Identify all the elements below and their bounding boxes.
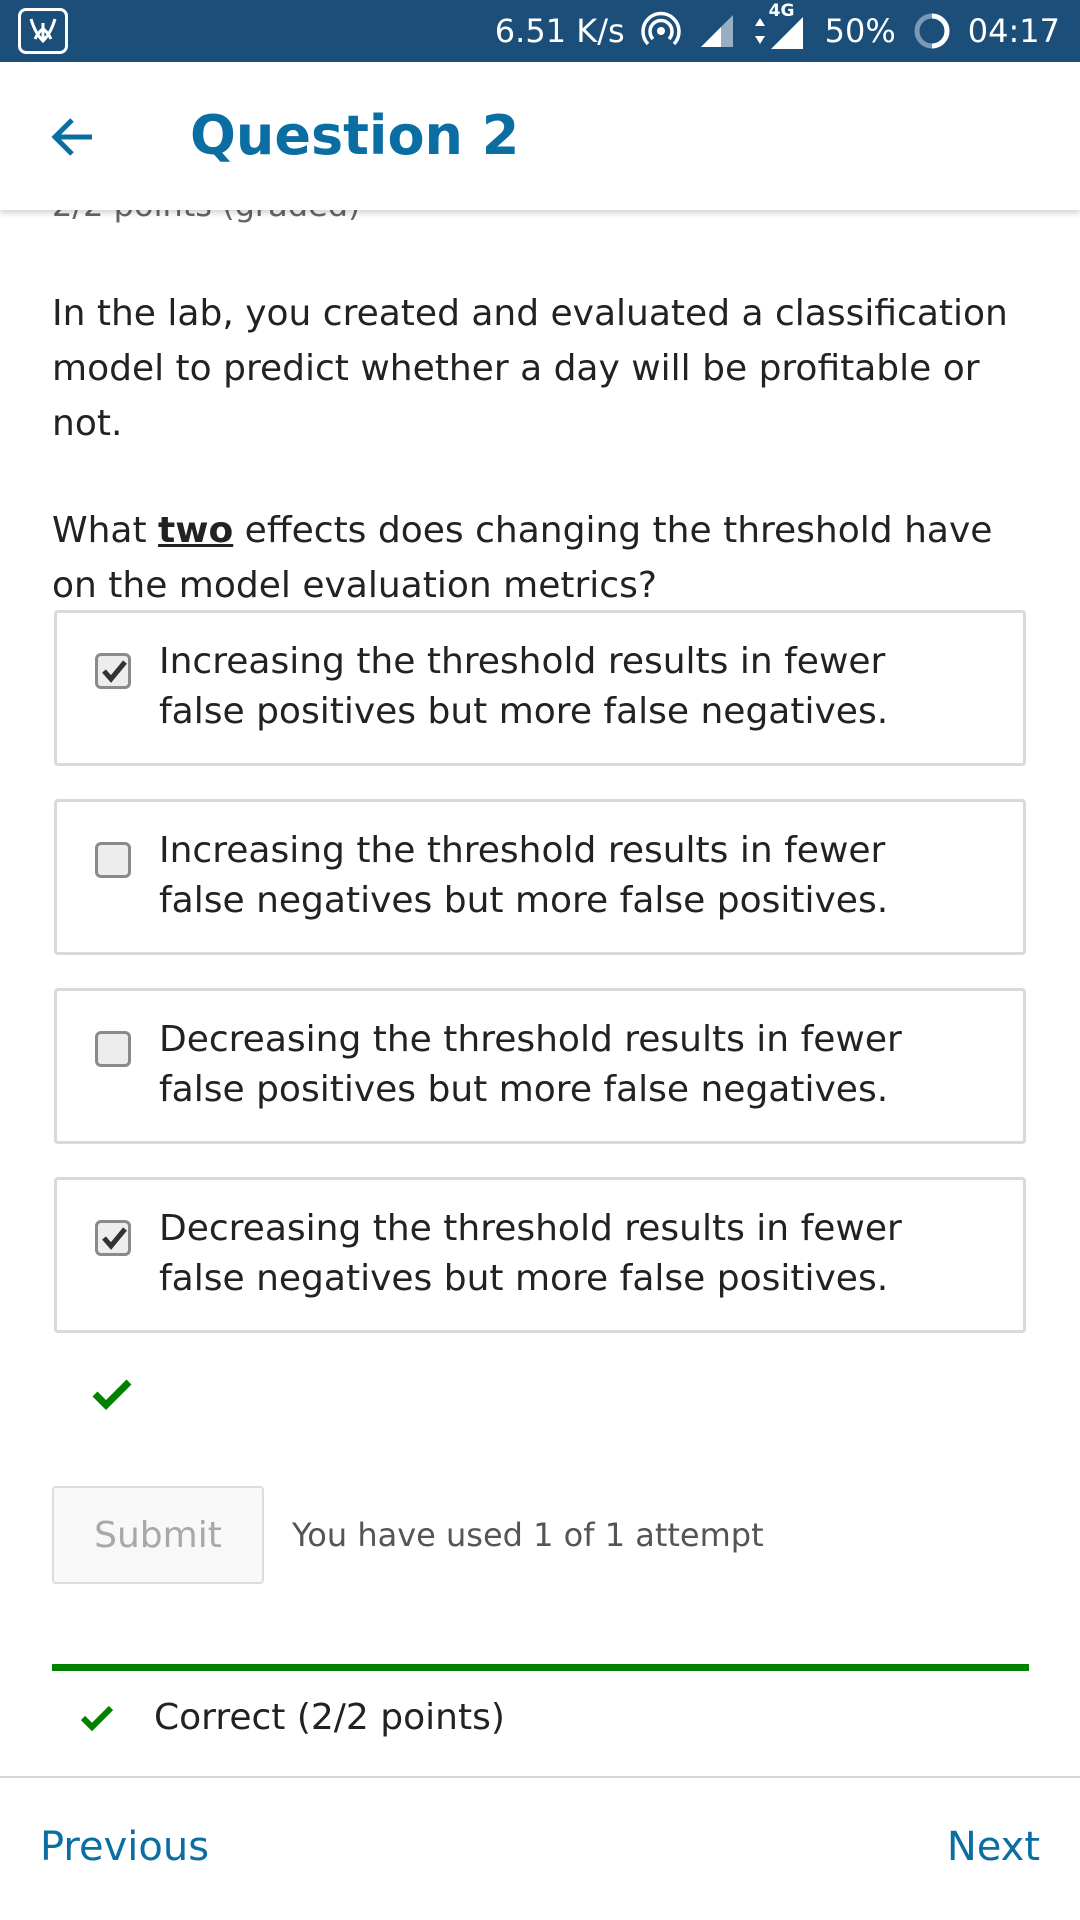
hotspot-icon: [640, 11, 681, 51]
question-intro: In the lab, you created and evaluated a …: [52, 293, 1008, 444]
checkbox[interactable]: [95, 653, 131, 689]
next-button[interactable]: Next: [947, 1824, 1040, 1870]
answer-option-3[interactable]: Decreasing the threshold results in fewe…: [54, 988, 1026, 1144]
signal-icon: [697, 11, 737, 51]
answer-option-1[interactable]: Increasing the threshold results in fewe…: [54, 610, 1026, 766]
network-type: 4G: [768, 1, 795, 21]
battery-ring-icon: [912, 11, 952, 51]
question-body: In the lab, you created and evaluated a …: [52, 286, 1032, 613]
app-logo-icon: [18, 8, 68, 54]
checkmark-icon: [102, 660, 127, 683]
status-bar: 6.51 K/s 4G 50% 04:17: [0, 0, 1080, 62]
option-label: Decreasing the threshold results in fewe…: [159, 1019, 902, 1110]
correct-check-icon: [92, 1378, 132, 1414]
attempts-text: You have used 1 of 1 attempt: [292, 1516, 764, 1554]
answer-option-4[interactable]: Decreasing the threshold results in fewe…: [54, 1177, 1026, 1333]
answer-option-2[interactable]: Increasing the threshold results in fewe…: [54, 799, 1026, 955]
battery-percent: 50%: [824, 12, 896, 50]
checkmark-icon: [102, 1227, 127, 1250]
checkbox[interactable]: [95, 842, 131, 878]
page-title: Question 2: [190, 104, 520, 167]
option-label: Increasing the threshold results in fewe…: [159, 641, 889, 732]
result-text: Correct (2/2 points): [154, 1697, 505, 1738]
divider: [0, 1776, 1080, 1778]
submit-button[interactable]: Submit: [52, 1486, 264, 1584]
data-arrows-icon: [754, 18, 765, 44]
correct-banner-bar: [52, 1664, 1029, 1671]
previous-button[interactable]: Previous: [40, 1824, 209, 1870]
arrow-left-icon[interactable]: [48, 112, 98, 162]
network-speed: 6.51 K/s: [494, 12, 625, 50]
checkbox[interactable]: [95, 1031, 131, 1067]
prompt-emphasis: two: [158, 510, 234, 551]
signal-4g-icon: 4G: [753, 1, 809, 53]
prompt-start: What: [52, 510, 159, 551]
checkbox[interactable]: [95, 1220, 131, 1256]
correct-check-icon: [80, 1704, 114, 1736]
option-label: Increasing the threshold results in fewe…: [159, 830, 889, 921]
clock: 04:17: [967, 12, 1060, 50]
app-bar: Question 2: [0, 62, 1080, 210]
question-prompt: What two effects does changing the thres…: [52, 503, 1032, 613]
option-label: Decreasing the threshold results in fewe…: [159, 1208, 902, 1299]
